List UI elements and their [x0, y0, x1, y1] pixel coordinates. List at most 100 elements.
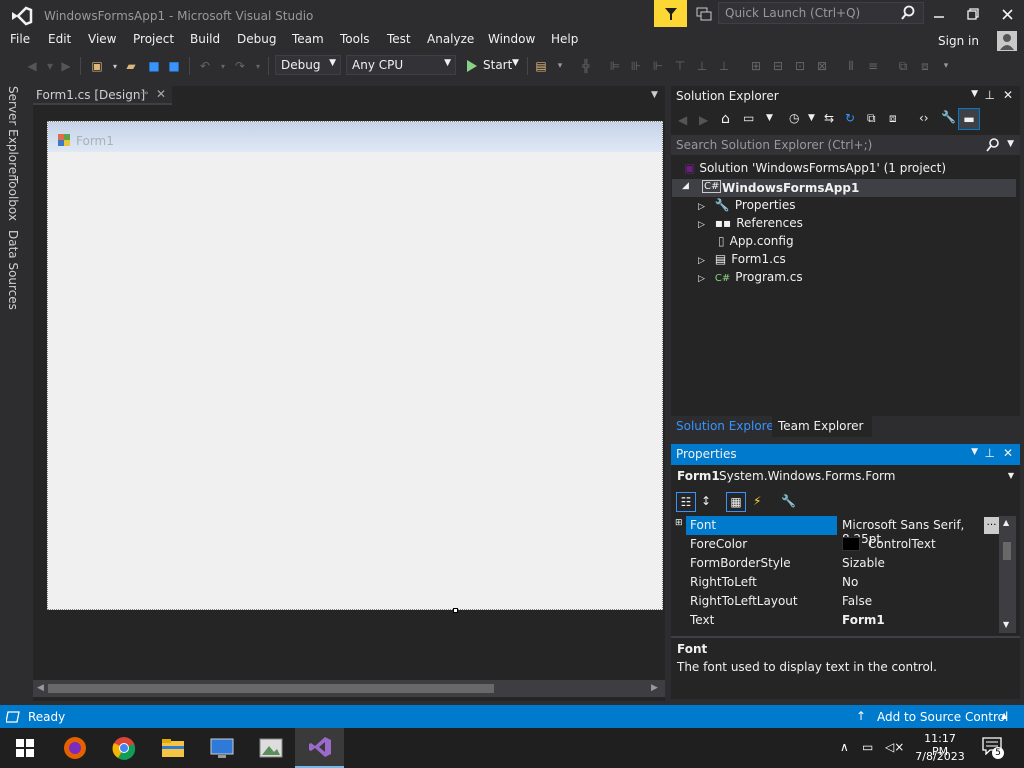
- solution-explorer-search[interactable]: Search Solution Explorer (Ctrl+;) ▼: [671, 135, 1020, 155]
- vertical-spacing-icon[interactable]: ≡: [865, 58, 881, 74]
- undo-icon[interactable]: ↶: [197, 58, 213, 74]
- expand-arrow-icon[interactable]: ▷: [698, 220, 705, 230]
- ellipsis-button[interactable]: …: [984, 517, 999, 534]
- send-to-back-icon[interactable]: ⧈: [917, 58, 933, 74]
- make-same-size-icon[interactable]: ⊡: [792, 58, 808, 74]
- window-position-icon[interactable]: ▼: [971, 89, 978, 99]
- tree-item-references[interactable]: ▷ ▪▪ References: [698, 216, 803, 230]
- scroll-down-icon[interactable]: ▼: [1003, 620, 1009, 629]
- close-icon[interactable]: ✕: [1003, 88, 1013, 102]
- tree-item-form1-cs[interactable]: ▷ ▤ Form1.cs: [698, 252, 786, 266]
- sync-with-document-icon[interactable]: ⇆: [824, 111, 834, 125]
- taskbar-app-picture[interactable]: [246, 728, 295, 768]
- property-row-formborderstyle[interactable]: FormBorderStyle Sizable: [686, 554, 999, 573]
- save-all-icon[interactable]: ■: [166, 58, 182, 74]
- sign-in-link[interactable]: Sign in: [938, 34, 979, 48]
- pin-icon[interactable]: ⊥: [985, 88, 995, 102]
- solution-configuration-select[interactable]: Debug ▼: [275, 55, 341, 75]
- scrollbar-thumb[interactable]: [48, 684, 494, 693]
- property-row-righttoleftlayout[interactable]: RightToLeftLayout False: [686, 592, 999, 611]
- taskbar-chrome[interactable]: [99, 728, 148, 768]
- view-code-icon[interactable]: ‹›: [919, 111, 929, 125]
- search-icon[interactable]: [900, 5, 916, 21]
- scroll-right-icon[interactable]: ▶: [651, 683, 658, 693]
- network-icon[interactable]: ▭: [862, 740, 873, 754]
- dropdown-arrow-icon[interactable]: ▾: [107, 58, 123, 74]
- scroll-left-icon[interactable]: ◀: [37, 683, 44, 693]
- tree-project-node[interactable]: ◢ C# WindowsFormsApp1: [672, 179, 1016, 197]
- form1-designer[interactable]: [47, 121, 663, 610]
- pin-icon[interactable]: ⊥: [985, 446, 995, 460]
- property-pages-icon[interactable]: 🔧: [781, 494, 796, 508]
- switch-views-icon[interactable]: ▭: [743, 111, 754, 125]
- notification-filter-button[interactable]: [654, 0, 687, 27]
- open-file-icon[interactable]: ▰: [123, 58, 139, 74]
- description-splitter[interactable]: [671, 636, 1020, 638]
- new-project-icon[interactable]: ▣: [89, 58, 105, 74]
- quick-launch-input[interactable]: Quick Launch (Ctrl+Q): [718, 2, 924, 24]
- expand-plus-icon[interactable]: ⊞: [675, 518, 683, 528]
- navigate-back-icon[interactable]: ◀: [24, 58, 40, 74]
- property-row-righttoleft[interactable]: RightToLeft No: [686, 573, 999, 592]
- clock-date[interactable]: 7/8/2023: [914, 750, 966, 763]
- tree-solution-node[interactable]: ▣ Solution 'WindowsFormsApp1' (1 project): [684, 161, 946, 175]
- resize-handle[interactable]: [453, 608, 458, 613]
- tree-item-properties[interactable]: ▷ 🔧 Properties: [698, 198, 796, 212]
- preview-selected-items-icon[interactable]: ▬: [958, 108, 980, 130]
- chevron-up-icon[interactable]: ▲: [1001, 711, 1007, 720]
- action-center-button[interactable]: 5: [982, 737, 1006, 759]
- redo-icon[interactable]: ↷: [232, 58, 248, 74]
- menu-window[interactable]: Window: [488, 32, 535, 46]
- property-row-forecolor[interactable]: ForeColor ControlText: [686, 535, 999, 554]
- minimize-button[interactable]: [922, 0, 956, 28]
- add-to-source-control-button[interactable]: Add to Source Control: [877, 710, 1008, 724]
- align-to-grid-icon[interactable]: ╬: [578, 58, 594, 74]
- menu-help[interactable]: Help: [551, 32, 578, 46]
- document-list-dropdown-icon[interactable]: ▼: [651, 90, 658, 100]
- align-rights-icon[interactable]: ⊩: [650, 58, 666, 74]
- maximize-button[interactable]: [956, 0, 990, 28]
- forward-icon[interactable]: ▶: [699, 113, 708, 127]
- property-row-text[interactable]: Text Form1: [686, 611, 999, 630]
- menu-test[interactable]: Test: [387, 32, 411, 46]
- tree-item-app-config[interactable]: ▯ App.config: [718, 234, 794, 248]
- navigate-forward-icon[interactable]: ▶: [58, 58, 74, 74]
- expand-arrow-icon[interactable]: ◢: [682, 181, 689, 191]
- alphabetical-icon[interactable]: ↕: [701, 494, 711, 508]
- properties-scrollbar[interactable]: ▲ ▼: [999, 516, 1016, 633]
- dropdown-arrow-icon[interactable]: ▾: [552, 58, 568, 74]
- taskbar-app-remote[interactable]: [197, 728, 246, 768]
- align-lefts-icon[interactable]: ⊫: [607, 58, 623, 74]
- expand-arrow-icon[interactable]: ▷: [698, 256, 705, 266]
- make-same-width-icon[interactable]: ⊞: [748, 58, 764, 74]
- collapse-all-icon[interactable]: ⧉: [867, 111, 876, 126]
- dropdown-arrow-icon[interactable]: ▾: [250, 58, 266, 74]
- horizontal-spacing-icon[interactable]: ⫴: [843, 58, 859, 74]
- menu-view[interactable]: View: [88, 32, 116, 46]
- pending-changes-filter-icon[interactable]: ◷: [789, 111, 799, 125]
- solution-platform-select[interactable]: Any CPU ▼: [346, 55, 456, 75]
- scroll-up-icon[interactable]: ▲: [1003, 518, 1009, 527]
- menu-project[interactable]: Project: [133, 32, 174, 46]
- align-tops-icon[interactable]: ⊤: [672, 58, 688, 74]
- home-icon[interactable]: ⌂: [721, 111, 730, 127]
- menu-analyze[interactable]: Analyze: [427, 32, 474, 46]
- menu-file[interactable]: File: [10, 32, 30, 46]
- save-icon[interactable]: ■: [146, 58, 162, 74]
- browse-icon[interactable]: ▤: [533, 58, 549, 74]
- object-selector[interactable]: Form1 System.Windows.Forms.Form ▼: [671, 466, 1020, 487]
- taskbar-visual-studio[interactable]: [295, 728, 344, 768]
- start-button[interactable]: [0, 728, 49, 768]
- avatar[interactable]: [997, 31, 1017, 51]
- start-debugging-button[interactable]: Start ▼: [464, 57, 524, 75]
- close-window-button[interactable]: [990, 0, 1024, 28]
- align-bottoms-icon[interactable]: ⊥: [716, 58, 732, 74]
- align-middles-icon[interactable]: ⊥: [694, 58, 710, 74]
- menu-debug[interactable]: Debug: [237, 32, 276, 46]
- make-same-height-icon[interactable]: ⊟: [770, 58, 786, 74]
- menu-edit[interactable]: Edit: [48, 32, 71, 46]
- server-explorer-tab[interactable]: Server Explorer: [6, 86, 20, 179]
- close-icon[interactable]: ✕: [1003, 446, 1013, 460]
- properties-wrench-icon[interactable]: 🔧: [941, 110, 956, 124]
- window-position-icon[interactable]: ▼: [971, 447, 978, 457]
